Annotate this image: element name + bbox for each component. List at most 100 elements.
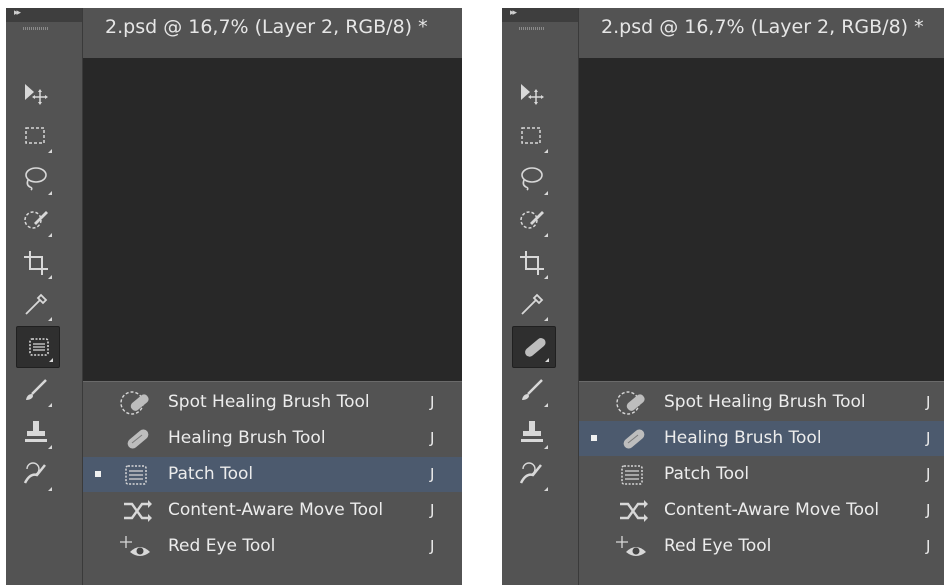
menu-item-label: Red Eye Tool bbox=[664, 536, 772, 556]
clone-stamp-tool[interactable] bbox=[510, 412, 554, 454]
lasso-tool[interactable] bbox=[510, 158, 554, 200]
menu-item-label: Spot Healing Brush Tool bbox=[664, 392, 866, 412]
healing-tool-group[interactable] bbox=[512, 326, 556, 368]
collapse-panel-icon[interactable]: ▸▸ bbox=[510, 8, 517, 18]
clone-stamp-tool-icon bbox=[25, 421, 47, 442]
quick-selection-tool-icon bbox=[24, 211, 48, 229]
move-tool[interactable] bbox=[510, 74, 554, 116]
menu-item-label: Spot Healing Brush Tool bbox=[168, 392, 370, 412]
menu-item-shortcut: J bbox=[430, 537, 435, 555]
menu-item-shortcut: J bbox=[430, 465, 435, 483]
move-tool-icon bbox=[521, 84, 544, 105]
patch-tool-icon bbox=[125, 465, 147, 485]
menu-item-shortcut: J bbox=[926, 501, 931, 519]
healing-brush-icon bbox=[623, 429, 645, 449]
lasso-tool[interactable] bbox=[14, 158, 58, 200]
crop-tool[interactable] bbox=[510, 242, 554, 284]
document-canvas[interactable] bbox=[579, 58, 944, 381]
menu-item-healing-brush[interactable]: Healing Brush Tool J bbox=[83, 421, 462, 456]
photoshop-window-left: ▸▸ 2.psd @ 16,7% (Layer 2, RGB/8) * Spot… bbox=[0, 0, 462, 585]
photoshop-window-right: ▸▸ 2.psd @ 16,7% (Layer 2, RGB/8) * Spot… bbox=[497, 0, 944, 585]
marquee-tool-icon bbox=[25, 127, 45, 144]
menu-item-label: Content-Aware Move Tool bbox=[168, 500, 384, 520]
menu-item-label: Patch Tool bbox=[664, 464, 750, 484]
selected-indicator bbox=[591, 435, 597, 441]
menu-item-healing-brush[interactable]: Healing Brush Tool J bbox=[579, 421, 944, 456]
panel-grip[interactable] bbox=[6, 22, 82, 36]
marquee-tool-icon bbox=[521, 127, 541, 144]
menu-item-shortcut: J bbox=[430, 501, 435, 519]
menu-item-label: Content-Aware Move Tool bbox=[664, 500, 880, 520]
document-tab[interactable]: 2.psd @ 16,7% (Layer 2, RGB/8) * bbox=[83, 8, 462, 48]
move-tool[interactable] bbox=[14, 74, 58, 116]
quick-selection-tool[interactable] bbox=[510, 200, 554, 242]
healing-brush-icon bbox=[525, 338, 546, 357]
healing-brush-icon bbox=[127, 429, 149, 449]
panel-grip[interactable] bbox=[502, 22, 578, 36]
document-tab[interactable]: 2.psd @ 16,7% (Layer 2, RGB/8) * bbox=[579, 8, 944, 48]
menu-item-red-eye[interactable]: Red Eye Tool J bbox=[579, 529, 944, 564]
menu-item-patch-tool[interactable]: Patch Tool J bbox=[83, 457, 462, 492]
lasso-tool-icon bbox=[521, 167, 543, 191]
menu-item-shortcut: J bbox=[430, 393, 435, 411]
menu-item-shortcut: J bbox=[926, 393, 931, 411]
menu-item-red-eye[interactable]: Red Eye Tool J bbox=[83, 529, 462, 564]
lasso-tool-icon bbox=[25, 167, 47, 191]
crop-tool[interactable] bbox=[14, 242, 58, 284]
spot-healing-brush-icon bbox=[616, 391, 645, 415]
menu-item-spot-healing-brush[interactable]: Spot Healing Brush Tool J bbox=[579, 385, 944, 420]
quick-selection-tool-icon bbox=[520, 211, 544, 229]
menu-item-label: Healing Brush Tool bbox=[168, 428, 326, 448]
tools-panel: ▸▸ bbox=[502, 8, 579, 585]
history-brush-tool-icon bbox=[519, 462, 542, 484]
clone-stamp-tool-icon bbox=[521, 421, 543, 442]
healing-tools-flyout-menu: Spot Healing Brush Tool J Healing Brush … bbox=[579, 381, 944, 585]
healing-tools-flyout-menu: Spot Healing Brush Tool J Healing Brush … bbox=[83, 381, 462, 585]
eyedropper-tool-icon bbox=[25, 293, 48, 315]
menu-item-label: Red Eye Tool bbox=[168, 536, 276, 556]
patch-tool-icon bbox=[621, 465, 643, 485]
menu-item-content-aware-move[interactable]: Content-Aware Move Tool J bbox=[579, 493, 944, 528]
menu-item-content-aware-move[interactable]: Content-Aware Move Tool J bbox=[83, 493, 462, 528]
brush-tool[interactable] bbox=[510, 370, 554, 412]
tools-panel: ▸▸ bbox=[6, 8, 83, 585]
document-tab-bar: 2.psd @ 16,7% (Layer 2, RGB/8) * bbox=[83, 8, 462, 58]
tools-panel-header[interactable]: ▸▸ bbox=[6, 8, 82, 22]
collapse-panel-icon[interactable]: ▸▸ bbox=[14, 8, 21, 18]
brush-tool-icon bbox=[26, 379, 47, 400]
history-brush-tool-icon bbox=[23, 462, 46, 484]
red-eye-icon bbox=[120, 536, 150, 556]
eyedropper-tool[interactable] bbox=[14, 284, 58, 326]
healing-tool-group[interactable] bbox=[16, 326, 60, 368]
tools-panel-header[interactable]: ▸▸ bbox=[502, 8, 578, 22]
menu-item-patch-tool[interactable]: Patch Tool J bbox=[579, 457, 944, 492]
brush-tool[interactable] bbox=[14, 370, 58, 412]
document-tab-bar: 2.psd @ 16,7% (Layer 2, RGB/8) * bbox=[579, 8, 944, 58]
red-eye-icon bbox=[616, 536, 646, 556]
marquee-tool[interactable] bbox=[510, 116, 554, 158]
brush-tool-icon bbox=[522, 379, 543, 400]
crop-tool-icon bbox=[24, 251, 48, 275]
history-brush-tool[interactable] bbox=[510, 454, 554, 496]
menu-item-shortcut: J bbox=[430, 429, 435, 447]
patch-tool-icon bbox=[29, 338, 49, 356]
move-tool-icon bbox=[25, 84, 48, 105]
content-aware-move-icon bbox=[620, 500, 648, 522]
spot-healing-brush-icon bbox=[120, 391, 149, 415]
marquee-tool[interactable] bbox=[14, 116, 58, 158]
quick-selection-tool[interactable] bbox=[14, 200, 58, 242]
crop-tool-icon bbox=[520, 251, 544, 275]
document-canvas[interactable] bbox=[83, 58, 462, 381]
menu-item-spot-healing-brush[interactable]: Spot Healing Brush Tool J bbox=[83, 385, 462, 420]
menu-item-label: Healing Brush Tool bbox=[664, 428, 822, 448]
content-aware-move-icon bbox=[124, 500, 152, 522]
menu-item-shortcut: J bbox=[926, 465, 931, 483]
eyedropper-tool[interactable] bbox=[510, 284, 554, 326]
clone-stamp-tool[interactable] bbox=[14, 412, 58, 454]
history-brush-tool[interactable] bbox=[14, 454, 58, 496]
eyedropper-tool-icon bbox=[521, 293, 544, 315]
menu-item-shortcut: J bbox=[926, 429, 931, 447]
menu-item-shortcut: J bbox=[926, 537, 931, 555]
menu-item-label: Patch Tool bbox=[168, 464, 254, 484]
selected-indicator bbox=[95, 471, 101, 477]
